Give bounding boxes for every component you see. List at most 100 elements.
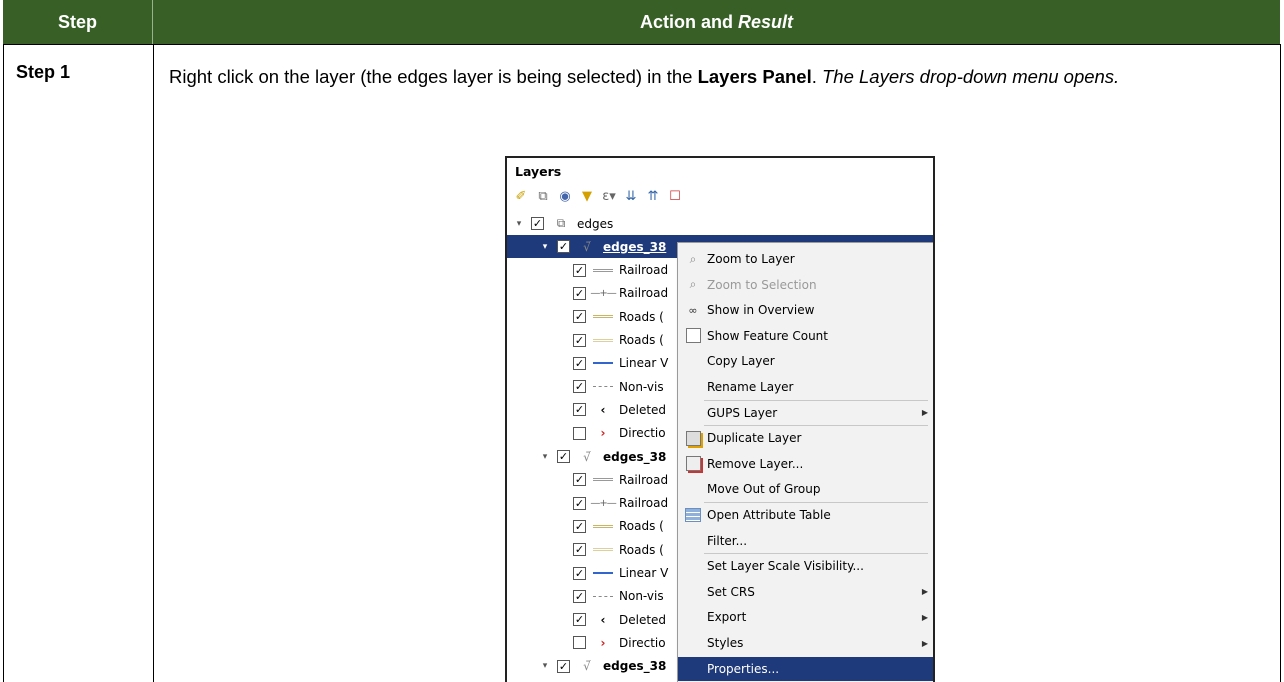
table-border-right (1280, 44, 1281, 682)
menu-spacer (681, 556, 705, 576)
menu-item-label: Show in Overview (707, 303, 815, 318)
non-visible-symbol-icon (592, 595, 614, 597)
menu-item-label: Filter... (707, 533, 748, 548)
menu-item-show-in-overview[interactable]: ∞ Show in Overview (678, 298, 933, 322)
expand-arrow-icon[interactable]: ▾ (539, 452, 551, 462)
tree-item-label: Deleted (619, 612, 667, 627)
tree-item-label: Roads ( (619, 333, 664, 347)
direction-symbol-icon: › (600, 426, 606, 441)
menu-item-set-layer-scale-visibility[interactable]: Set Layer Scale Visibility... (678, 554, 933, 578)
collapse-all-icon[interactable]: ⇈ (645, 188, 661, 204)
menu-item-set-crs[interactable]: Set CRS ▶ (678, 580, 933, 604)
duplicate-icon (681, 428, 705, 448)
tree-item-label: edges_38 (603, 239, 667, 254)
visibility-checkbox[interactable]: ✓ (573, 380, 586, 394)
railroad-symbol-icon (592, 268, 614, 272)
remove-icon (681, 454, 705, 474)
add-group-icon[interactable]: ⧉ (535, 188, 551, 204)
visibility-checkbox[interactable] (573, 636, 586, 650)
visibility-checkbox[interactable]: ✓ (573, 263, 586, 277)
visibility-checkbox[interactable]: ✓ (573, 310, 586, 324)
tree-item-label: Linear V (619, 566, 669, 580)
visibility-checkbox[interactable]: ✓ (573, 356, 586, 370)
instruction-result: The Layers drop-down menu opens. (822, 66, 1120, 87)
visibility-checkbox[interactable]: ✓ (557, 659, 570, 673)
menu-item-open-attribute-table[interactable]: Open Attribute Table (678, 503, 933, 527)
menu-item-duplicate-layer[interactable]: Duplicate Layer (678, 426, 933, 450)
menu-spacer (681, 659, 705, 679)
expand-all-icon[interactable]: ⇊ (623, 188, 639, 204)
expand-arrow-icon[interactable]: ▾ (539, 661, 551, 671)
menu-item-copy-layer[interactable]: Copy Layer (678, 349, 933, 373)
visibility-checkbox[interactable]: ✓ (573, 543, 586, 557)
style-brush-icon[interactable]: ✐ (513, 188, 529, 204)
layer-group-item[interactable]: ▾ ✓ ⧉ edges (507, 212, 933, 235)
tree-item-label: Railroad (619, 472, 669, 487)
menu-item-move-out-of-group[interactable]: Move Out of Group (678, 477, 933, 501)
visibility-checkbox[interactable]: ✓ (557, 240, 570, 254)
road-secondary-symbol-icon (592, 338, 614, 342)
expand-arrow-icon[interactable]: ▾ (513, 219, 525, 229)
qgis-layers-screenshot: Layers ✐ ⧉ ◉ ▼ ε▾ ⇊ ⇈ ☐ ▾ ✓ ⧉ edges ▾ ✓ √̄ edge… (505, 156, 935, 682)
menu-item-remove-layer[interactable]: Remove Layer... (678, 452, 933, 476)
zoom-icon: ⌕ (689, 277, 697, 292)
line-layer-icon: √̄ (583, 449, 591, 464)
menu-item-filter[interactable]: Filter... (678, 529, 933, 553)
deleted-symbol-icon: ‹ (600, 402, 606, 417)
linear-water-symbol-icon (592, 572, 614, 574)
visibility-checkbox[interactable] (573, 426, 586, 440)
visibility-checkbox[interactable]: ✓ (573, 286, 586, 300)
menu-item-label: Move Out of Group (707, 482, 821, 497)
visibility-checkbox[interactable]: ✓ (531, 217, 544, 230)
menu-item-label: Set Layer Scale Visibility... (707, 559, 864, 574)
visibility-checkbox[interactable]: ✓ (573, 403, 586, 417)
visibility-checkbox[interactable]: ✓ (557, 450, 570, 463)
menu-spacer (681, 377, 705, 397)
tree-item-label: Linear V (619, 356, 669, 371)
line-layer-icon: √̄ (583, 659, 591, 674)
menu-item-label: Zoom to Layer (707, 252, 795, 266)
tree-item-label: Roads ( (619, 309, 664, 324)
menu-spacer (681, 351, 705, 371)
menu-item-properties[interactable]: Properties... (678, 656, 933, 681)
menu-item-rename-layer[interactable]: Rename Layer (678, 375, 933, 399)
menu-item-label: Duplicate Layer (707, 431, 802, 446)
checkbox-icon (681, 326, 705, 346)
road-primary-symbol-icon (592, 524, 614, 528)
visibility-checkbox[interactable]: ✓ (573, 333, 586, 347)
overview-icon: ∞ (688, 303, 698, 317)
direction-symbol-icon: › (600, 635, 606, 650)
visibility-checkbox[interactable]: ✓ (573, 613, 586, 627)
visibility-checkbox[interactable]: ✓ (573, 473, 586, 487)
menu-item-export[interactable]: Export ▶ (678, 605, 933, 629)
menu-item-styles[interactable]: Styles ▶ (678, 631, 933, 655)
menu-spacer (681, 479, 705, 499)
menu-item-zoom-to-selection[interactable]: ⌕ Zoom to Selection (678, 273, 933, 297)
menu-item-zoom-to-layer[interactable]: ⌕ Zoom to Layer (678, 247, 933, 271)
remove-layer-icon[interactable]: ☐ (667, 188, 683, 204)
filter-icon[interactable]: ▼ (579, 188, 595, 204)
visibility-checkbox[interactable]: ✓ (573, 566, 586, 580)
line-layer-icon: √̄ (583, 239, 591, 254)
menu-item-show-feature-count[interactable]: Show Feature Count (678, 324, 933, 348)
tree-item-label: Roads ( (619, 519, 664, 534)
railroad-cross-symbol-icon: —+— (590, 287, 616, 299)
tree-item-label: Non-vis (619, 379, 664, 394)
submenu-arrow-icon: ▶ (921, 408, 928, 418)
header-step: Step (3, 0, 153, 44)
visibility-checkbox[interactable]: ✓ (573, 589, 586, 603)
menu-item-gups-layer[interactable]: GUPS Layer ▶ (678, 401, 933, 425)
deleted-symbol-icon: ‹ (600, 612, 606, 627)
tree-item-label: Non-vis (619, 589, 664, 604)
header-action-label: Action and (639, 11, 733, 32)
header-step-label: Step (57, 11, 97, 32)
expand-arrow-icon[interactable]: ▾ (539, 242, 551, 252)
visibility-checkbox[interactable]: ✓ (573, 519, 586, 533)
visibility-checkbox[interactable]: ✓ (573, 496, 586, 510)
expression-filter-icon[interactable]: ε▾ (601, 188, 617, 204)
instruction-bold: Layers Panel (697, 66, 812, 87)
menu-spacer (681, 531, 705, 551)
table-border-top (3, 44, 1281, 45)
visibility-eye-icon[interactable]: ◉ (557, 188, 573, 204)
menu-item-label: Rename Layer (707, 380, 794, 394)
